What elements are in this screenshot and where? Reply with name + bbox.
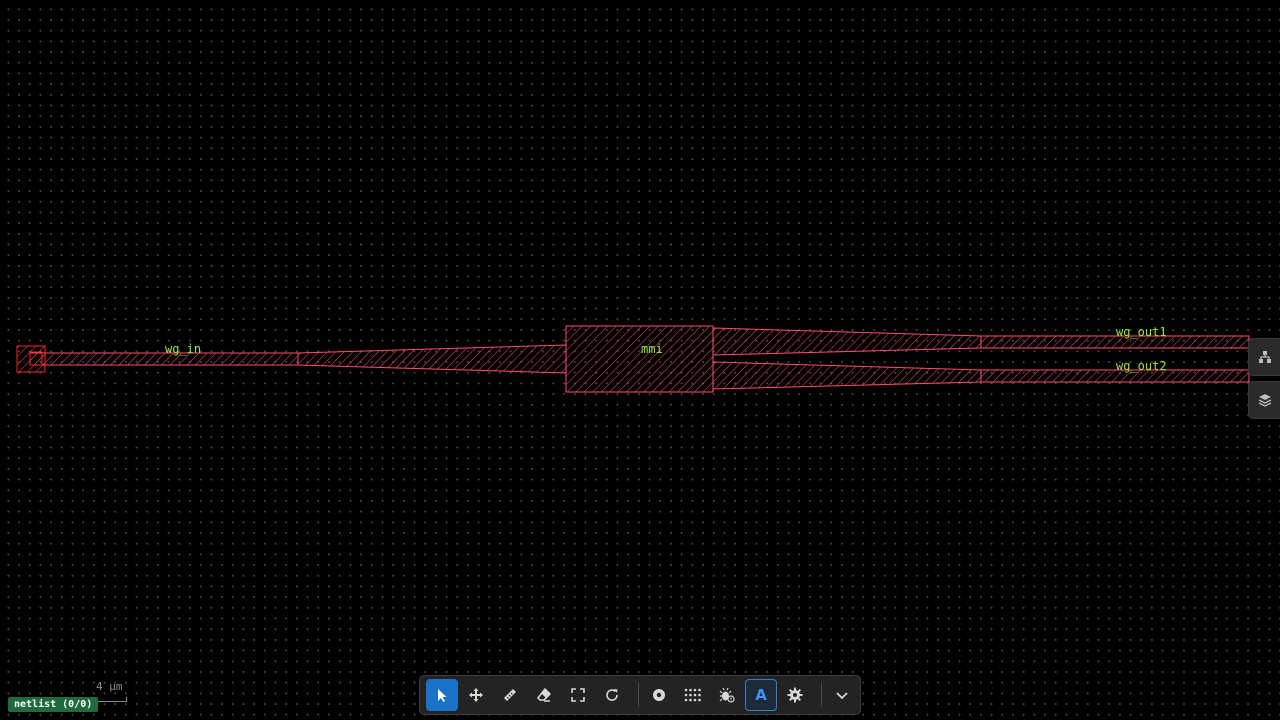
layout-canvas[interactable]: wg_in mmi wg_out1 wg_out2 bbox=[0, 0, 1280, 720]
eraser-tool-button[interactable] bbox=[528, 679, 560, 711]
label-wg-in: wg_in bbox=[165, 342, 202, 356]
label-wg-out2: wg_out2 bbox=[1116, 359, 1167, 373]
wg-out1-shape[interactable] bbox=[980, 335, 1250, 349]
expand-toolbar-button[interactable] bbox=[826, 679, 858, 711]
move-tool-button[interactable] bbox=[460, 679, 492, 711]
move-icon bbox=[468, 687, 484, 703]
debug-button[interactable] bbox=[711, 679, 743, 711]
label-mmi: mmi bbox=[641, 342, 663, 356]
output-taper-top-shape[interactable] bbox=[712, 327, 982, 356]
layers-icon bbox=[1258, 393, 1272, 407]
mmi-shape[interactable] bbox=[565, 325, 714, 393]
target-button[interactable] bbox=[643, 679, 675, 711]
grid-icon bbox=[684, 687, 702, 703]
label-wg-out1: wg_out1 bbox=[1116, 325, 1167, 339]
layers-panel-tab[interactable] bbox=[1248, 381, 1280, 419]
ruler-icon bbox=[502, 687, 518, 703]
grid-toggle-button[interactable] bbox=[677, 679, 709, 711]
fit-view-button[interactable] bbox=[562, 679, 594, 711]
settings-button[interactable] bbox=[779, 679, 811, 711]
select-arrow-icon bbox=[434, 687, 450, 703]
refresh-button[interactable] bbox=[596, 679, 628, 711]
hierarchy-panel-tab[interactable] bbox=[1248, 338, 1280, 376]
netlist-status-badge[interactable]: netlist (0/0) bbox=[8, 697, 99, 712]
text-labels-toggle-button[interactable]: A bbox=[745, 679, 777, 711]
wg-out2-shape[interactable] bbox=[980, 369, 1250, 383]
refresh-icon bbox=[604, 687, 620, 703]
hierarchy-icon bbox=[1258, 350, 1272, 364]
text-labels-icon: A bbox=[755, 686, 767, 704]
fit-view-icon bbox=[570, 687, 586, 703]
debug-icon bbox=[719, 687, 735, 703]
chevron-down-icon bbox=[834, 687, 850, 703]
port-marker[interactable] bbox=[16, 345, 46, 373]
ruler-tool-button[interactable] bbox=[494, 679, 526, 711]
layout-geometry bbox=[16, 325, 1250, 393]
eraser-icon bbox=[536, 687, 552, 703]
bottom-toolbar: A bbox=[419, 675, 861, 715]
settings-gear-icon bbox=[787, 687, 803, 703]
output-taper-bottom-shape[interactable] bbox=[712, 361, 982, 390]
scale-bar-label: 4 µm bbox=[96, 680, 123, 693]
input-taper-shape[interactable] bbox=[297, 344, 567, 374]
wg-in-shape[interactable] bbox=[29, 352, 299, 366]
select-tool-button[interactable] bbox=[426, 679, 458, 711]
toolbar-divider bbox=[638, 683, 639, 707]
target-icon bbox=[651, 687, 667, 703]
toolbar-divider bbox=[821, 683, 822, 707]
